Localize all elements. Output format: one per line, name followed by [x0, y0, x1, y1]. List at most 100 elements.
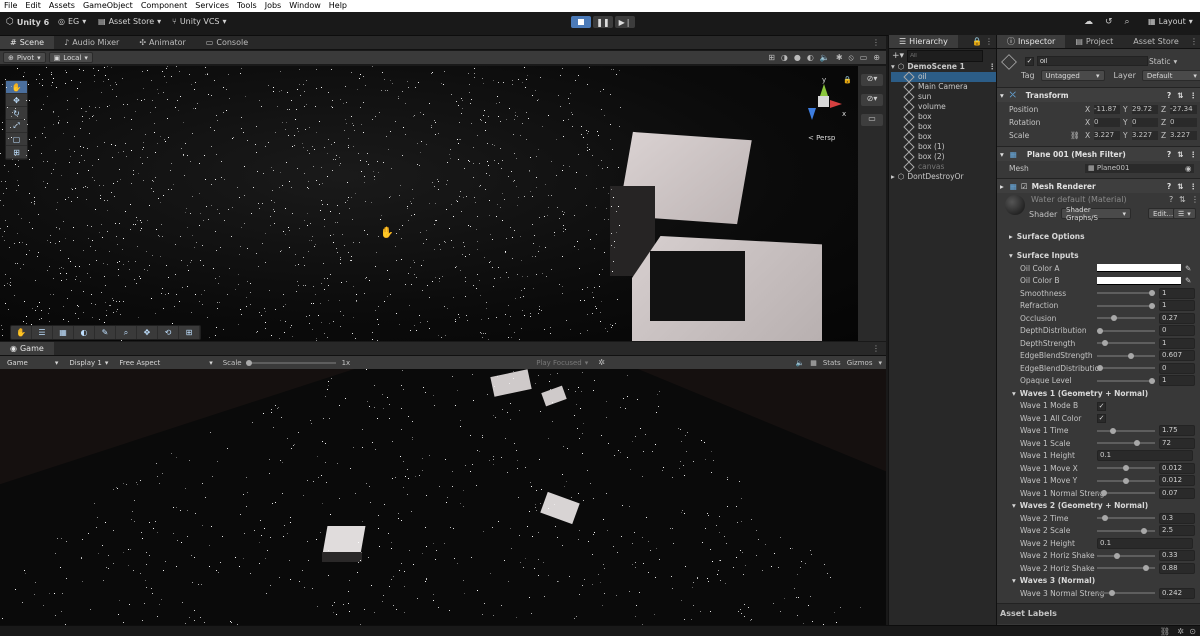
tab-hierarchy[interactable]: ☰Hierarchy [889, 35, 958, 48]
scale-tool-icon[interactable]: ⤢ [6, 120, 27, 133]
overlay-move-icon[interactable]: ✥ [137, 326, 158, 339]
play-focused-dropdown[interactable]: Play Focused▾ [532, 358, 592, 367]
game-mode-dropdown[interactable]: Game▾ [3, 358, 62, 367]
slider-knob[interactable] [1149, 378, 1155, 384]
menu-item-file[interactable]: File [0, 0, 21, 12]
display-dropdown[interactable]: Display 1▾ [65, 358, 112, 367]
scale-slider[interactable] [246, 362, 336, 364]
property-slider[interactable] [1097, 555, 1155, 557]
property-slider[interactable] [1097, 517, 1155, 519]
lock-icon[interactable]: 🔒 [972, 37, 982, 46]
rotation-z-field[interactable]: 0 [1170, 118, 1197, 127]
tab-inspector[interactable]: ⓘInspector [997, 35, 1065, 48]
preset-icon[interactable]: ⇅ [1177, 182, 1183, 191]
property-value-field[interactable]: 0 [1159, 363, 1195, 374]
property-slider[interactable] [1097, 342, 1155, 344]
more-options-icon[interactable]: ⋮ [872, 344, 880, 353]
add-icon[interactable]: +▾ [892, 51, 904, 61]
slider-knob[interactable] [1101, 490, 1107, 496]
property-value-field[interactable]: 0 [1159, 325, 1195, 336]
mesh-field[interactable]: ▦ Plane001 [1085, 164, 1194, 173]
menu-item-help[interactable]: Help [325, 0, 351, 12]
property-slider[interactable] [1097, 480, 1155, 482]
help-icon[interactable]: ? [1169, 195, 1173, 204]
more-options-icon[interactable]: ⋮ [985, 37, 993, 46]
property-group-header[interactable]: ▾Waves 3 (Normal) [997, 575, 1200, 587]
overlay-settings-icon[interactable]: ☰ [32, 326, 53, 339]
property-value-field[interactable]: 2.5 [1159, 525, 1195, 536]
shader-dropdown[interactable]: Shader Graphs/S▾ [1061, 208, 1131, 219]
scene-viewport[interactable]: ✋ ✋ ✥ ↻ ⤢ ▢ ⊞ y x < Persp 🔒 [0, 66, 858, 341]
scale-y-field[interactable]: 3.227 [1132, 131, 1158, 140]
property-value-field[interactable]: 72 [1159, 438, 1195, 449]
color-field[interactable] [1097, 277, 1181, 285]
property-slider[interactable] [1097, 530, 1155, 532]
lighting-icon[interactable]: ◐ [807, 53, 814, 63]
property-value-field[interactable]: 0.88 [1159, 563, 1195, 574]
slider-knob[interactable] [1149, 290, 1155, 296]
rect-tool-icon[interactable]: ▢ [6, 133, 27, 146]
surface-options-header[interactable]: ▸ Surface Options [997, 230, 1200, 242]
menu-item-window[interactable]: Window [285, 0, 325, 12]
slider-knob[interactable] [1134, 440, 1140, 446]
chevron-down-icon[interactable]: ▾ [878, 359, 882, 367]
hierarchy-item[interactable]: volume [891, 102, 996, 112]
property-slider[interactable] [1097, 305, 1155, 307]
slider-knob[interactable] [1114, 553, 1120, 559]
property-value-field[interactable]: 1 [1159, 288, 1195, 299]
more-options-icon[interactable]: ⋮ [1191, 195, 1199, 204]
menu-item-jobs[interactable]: Jobs [261, 0, 286, 12]
more-options-icon[interactable]: ⋮ [989, 62, 997, 72]
aspect-dropdown[interactable]: Free Aspect▾ [115, 358, 216, 367]
property-checkbox[interactable]: ✓ [1097, 402, 1106, 411]
tab-scene[interactable]: #Scene [0, 36, 54, 49]
overlay-lighting-icon[interactable]: ◐ [74, 326, 95, 339]
move-tool-icon[interactable]: ✥ [6, 94, 27, 107]
overlay-grid-button[interactable]: ⊘▾ [861, 94, 883, 106]
property-slider[interactable] [1097, 567, 1155, 569]
hierarchy-item[interactable]: canvas [891, 162, 996, 172]
hidden-icon[interactable]: ⦸ [849, 53, 854, 63]
orientation-gizmo[interactable]: y x < Persp [800, 76, 850, 146]
persp-label[interactable]: < Persp [808, 134, 835, 142]
property-value-field[interactable]: 0.27 [1159, 313, 1195, 324]
slider-knob[interactable] [1109, 590, 1115, 596]
hierarchy-item[interactable]: box (2) [891, 152, 996, 162]
draw-mode-icon[interactable]: ◑ [781, 53, 788, 63]
slider-knob[interactable] [1097, 328, 1103, 334]
shaded-icon[interactable]: ● [794, 53, 801, 63]
property-slider[interactable] [1097, 367, 1155, 369]
hierarchy-item[interactable]: box [891, 112, 996, 122]
property-slider[interactable] [1097, 380, 1155, 382]
property-value-field[interactable]: 0.012 [1159, 475, 1195, 486]
stop-button[interactable] [571, 16, 591, 28]
camera-icon[interactable]: ▭ [860, 53, 868, 63]
tab-audio-mixer[interactable]: ♪Audio Mixer [54, 36, 129, 49]
scale-x-field[interactable]: 3.227 [1094, 131, 1120, 140]
property-slider[interactable] [1097, 355, 1155, 357]
tab-console[interactable]: ▭Console [196, 36, 258, 49]
transform-header[interactable]: ▾ ⤬ Transform ? ⇅ ⋮ [997, 87, 1200, 102]
help-icon[interactable]: ? [1167, 91, 1171, 100]
vcs-dropdown[interactable]: ⑂ Unity VCS ▾ [172, 17, 227, 26]
slider-knob[interactable] [1110, 428, 1116, 434]
account-dropdown[interactable]: ◎ EG ▾ [58, 17, 86, 26]
property-slider[interactable] [1097, 442, 1155, 444]
menu-item-tools[interactable]: Tools [233, 0, 261, 12]
mesh-filter-header[interactable]: ▾ ▦ Plane 001 (Mesh Filter) ? ⇅ ⋮ [997, 146, 1200, 161]
slider-knob[interactable] [1123, 478, 1129, 484]
local-dropdown[interactable]: ▣Local▾ [49, 52, 93, 63]
hierarchy-item[interactable]: box [891, 132, 996, 142]
hierarchy-item[interactable]: box (1) [891, 142, 996, 152]
rotation-x-field[interactable]: 0 [1094, 118, 1120, 127]
property-value-field[interactable]: 0.607 [1159, 350, 1195, 361]
slider-knob[interactable] [1128, 353, 1134, 359]
stats-button[interactable]: Stats [823, 359, 841, 367]
eyedropper-icon[interactable]: ✎ [1185, 276, 1191, 285]
property-value-field[interactable]: 0.242 [1159, 588, 1195, 599]
menu-item-services[interactable]: Services [191, 0, 233, 12]
stats-grid-icon[interactable]: ▦ [810, 359, 817, 367]
scale-z-field[interactable]: 3.227 [1170, 131, 1197, 140]
slider-knob[interactable] [1143, 565, 1149, 571]
mesh-renderer-checkbox[interactable]: ☑ [1021, 182, 1028, 191]
